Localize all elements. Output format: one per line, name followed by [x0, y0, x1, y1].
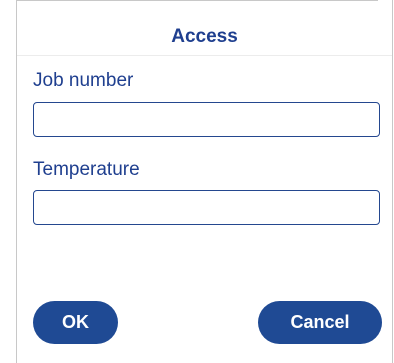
temperature-label: Temperature — [33, 159, 140, 180]
dialog-top-border — [16, 0, 378, 1]
title-divider — [17, 55, 392, 56]
ok-button[interactable]: OK — [33, 301, 118, 344]
temperature-input[interactable] — [33, 190, 380, 225]
access-dialog: Access Job number Temperature OK Cancel — [0, 0, 394, 363]
job-number-label: Job number — [33, 70, 134, 91]
job-number-input[interactable] — [33, 102, 380, 137]
dialog-right-border — [392, 0, 393, 363]
cancel-button[interactable]: Cancel — [258, 301, 382, 344]
dialog-title: Access — [171, 26, 238, 47]
